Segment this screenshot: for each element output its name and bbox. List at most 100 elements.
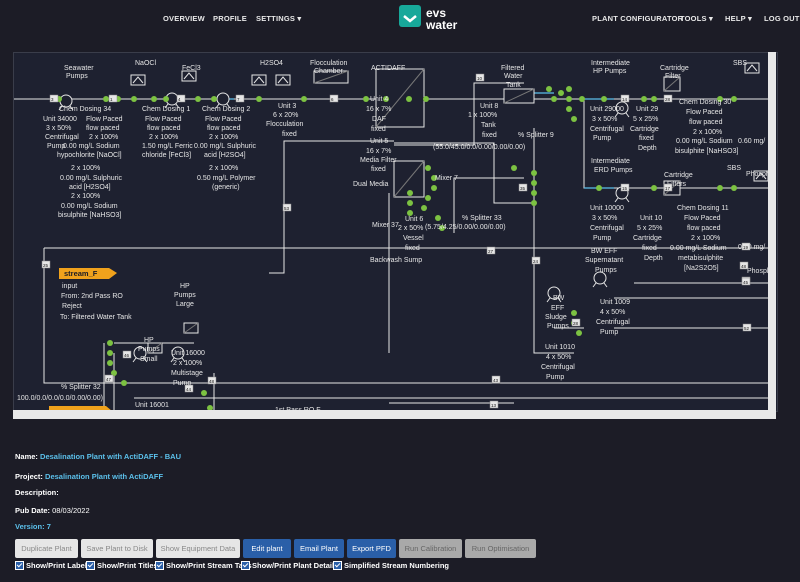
- pfd-label: hypochlorite [NaOCl]: [57, 152, 122, 159]
- caret-down-icon: ▾: [747, 14, 752, 23]
- pfd-label: 0.50 mg/L Polymer: [197, 175, 256, 182]
- pfd-label: flow paced: [86, 125, 120, 132]
- show-titles-checkbox[interactable]: Show/Print Titles: [86, 561, 158, 570]
- email-plant-button[interactable]: Email Plant: [294, 539, 344, 558]
- pfd-label: Pump: [546, 374, 564, 381]
- duplicate-plant-button[interactable]: Duplicate Plant: [15, 539, 78, 558]
- pfd-label: From: 2nd Pass RO: [61, 293, 123, 300]
- evs-water-logo[interactable]: evs water: [399, 4, 463, 32]
- pfd-label: Depth: [644, 255, 663, 262]
- show-titles-label: Show/Print Titles: [97, 561, 158, 570]
- show-labels-checkbox[interactable]: Show/Print Labels: [15, 561, 91, 570]
- pfd-label: input: [62, 283, 77, 290]
- show-plant-details-checkbox[interactable]: Show/Print Plant Details: [241, 561, 338, 570]
- stream-tag: 10: [477, 76, 483, 81]
- pfd-label: Filter: [665, 73, 681, 80]
- run-calibration-button[interactable]: Run Calibration: [399, 539, 462, 558]
- logo-mark-icon: evs water: [399, 5, 458, 32]
- connection-node: [576, 330, 582, 336]
- nav-settings-label: SETTINGS: [256, 14, 296, 23]
- pfd-label: Unit 29: [636, 106, 658, 113]
- connection-node: [731, 96, 737, 102]
- nav-tools[interactable]: TOOLS ▾: [680, 14, 713, 23]
- pfd-label: HP Pumps: [593, 68, 627, 75]
- process-flow-diagram[interactable]: Seawater Pumps NaOCl FeCl3 H2SO4 Flocculation…: [13, 52, 778, 412]
- pfd-label: (generic): [212, 184, 240, 191]
- pfd-canvas[interactable]: SeawaterPumpsNaOClFeCl3H2SO4 Flocculation…: [14, 53, 770, 411]
- pfd-label: Depth: [638, 145, 657, 152]
- show-equipment-data-button[interactable]: Show Equipment Data: [156, 539, 240, 558]
- edit-plant-button[interactable]: Edit plant: [243, 539, 291, 558]
- connection-node: [195, 96, 201, 102]
- pfd-label: (55.0/45.0/0.0/0.00/0.00/0.00): [433, 144, 525, 151]
- pfd-label: Backwash Sump: [370, 257, 422, 264]
- nav-plant-configurator[interactable]: PLANT CONFIGURATOR: [592, 14, 683, 23]
- pfd-label: Tank: [506, 82, 521, 89]
- description-row: Description:: [15, 488, 59, 497]
- show-stream-tags-checkbox[interactable]: Show/Print Stream Tags: [155, 561, 252, 570]
- connection-node: [511, 165, 517, 171]
- pfd-label: Mixer 7: [435, 175, 458, 182]
- nav-overview[interactable]: OVERVIEW: [163, 14, 205, 23]
- pfd-label: chloride [FeCl3]: [142, 152, 191, 159]
- description-label: Description:: [15, 488, 59, 497]
- pfd-label: ERD Pumps: [594, 167, 633, 174]
- connection-node: [571, 310, 577, 316]
- nav-profile[interactable]: PROFILE: [213, 14, 247, 23]
- pfd-vertical-scrollbar[interactable]: [768, 52, 776, 410]
- connection-node: [651, 96, 657, 102]
- pfd-label: 0.00 mg/L Sulphuric: [194, 143, 256, 150]
- pfd-label: 3 x 50%: [46, 125, 71, 132]
- pfd-label: Flow Paced: [145, 116, 182, 123]
- dosing-icon[interactable]: [744, 62, 760, 74]
- connection-node: [201, 390, 207, 396]
- tank-icon[interactable]: [183, 322, 199, 334]
- pfd-label: 2 x 100%: [173, 360, 202, 367]
- pfd-label: Seawater: [64, 65, 94, 72]
- run-optimisation-button[interactable]: Run Optimisation: [465, 539, 536, 558]
- connection-node: [425, 165, 431, 171]
- pfd-label: Flow Paced: [686, 109, 723, 116]
- pfd-horizontal-scrollbar[interactable]: [13, 410, 776, 419]
- export-pfd-button[interactable]: Export PFD: [347, 539, 396, 558]
- pfd-label: flow paced: [687, 225, 721, 232]
- stream-tag: 45: [743, 280, 749, 285]
- stream-tag: 48: [209, 379, 215, 384]
- pfd-label: fixed: [282, 131, 297, 138]
- dosing-icon[interactable]: [130, 74, 146, 86]
- nav-help[interactable]: HELP ▾: [725, 14, 752, 23]
- stream-tag: 14: [622, 97, 628, 102]
- dosing-icon[interactable]: [251, 74, 267, 86]
- pfd-label: Flocculation: [266, 121, 303, 128]
- pfd-label: fixed: [405, 245, 420, 252]
- pfd-label: fixed: [639, 135, 654, 142]
- stream-tag: 43: [493, 378, 499, 383]
- pfd-label: 3 x 50%: [592, 116, 617, 123]
- logo-text-water: water: [425, 18, 458, 32]
- nav-settings[interactable]: SETTINGS ▾: [256, 14, 301, 23]
- show-stream-tags-label: Show/Print Stream Tags: [166, 561, 252, 570]
- stream-tag: 24: [533, 259, 539, 264]
- save-plant-button[interactable]: Save Plant to Disk: [81, 539, 153, 558]
- pfd-label: FeCl3: [182, 65, 201, 72]
- pfd-label: 2 x 50%: [398, 225, 423, 232]
- nav-logout[interactable]: LOG OUT: [764, 14, 800, 23]
- stream-tag: 19: [743, 245, 749, 250]
- dosing-icon[interactable]: [275, 74, 291, 86]
- connection-node: [566, 86, 572, 92]
- simplified-numbering-checkbox[interactable]: Simplified Stream Numbering: [333, 561, 449, 570]
- pfd-label: 0.00 mg/L Sodium: [676, 138, 733, 145]
- pump-icon[interactable]: [592, 271, 608, 288]
- pfd-label: fixed: [371, 166, 386, 173]
- dosing-icon[interactable]: [181, 70, 197, 82]
- pfd-label: Unit 4: [370, 96, 388, 103]
- connection-node: [551, 96, 557, 102]
- pub-date: 08/03/2022: [52, 506, 90, 515]
- pfd-label: Chem Dosing 30: [679, 99, 731, 106]
- pub-date-row: Pub Date: 08/03/2022: [15, 506, 90, 515]
- connection-node: [425, 195, 431, 201]
- pfd-label: Unit 10: [640, 215, 662, 222]
- connection-node: [406, 96, 412, 102]
- tank-icon[interactable]: [503, 88, 535, 104]
- pfd-label: Dual Media: [353, 181, 389, 188]
